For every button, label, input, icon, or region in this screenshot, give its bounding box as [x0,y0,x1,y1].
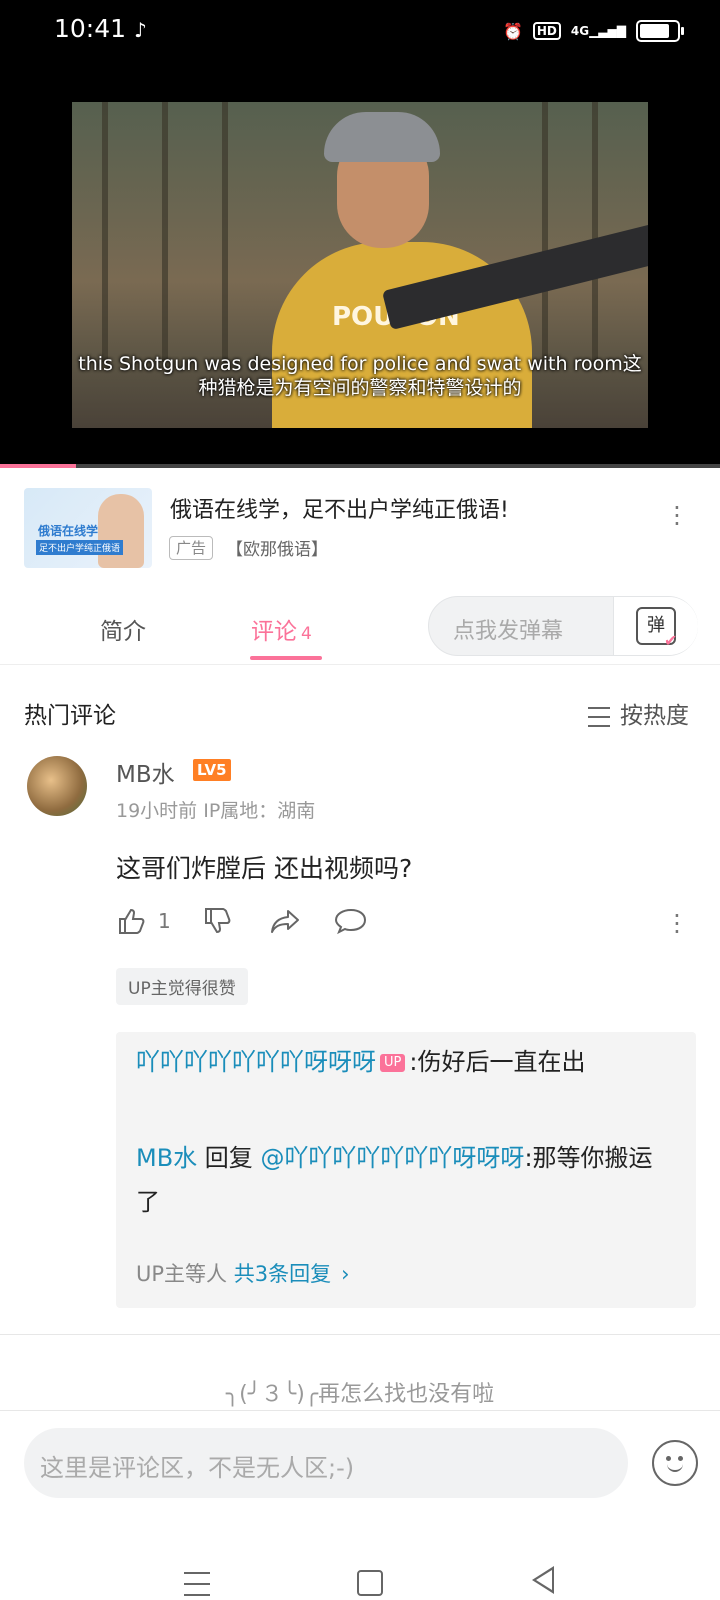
ad-more-icon[interactable]: · · · [672,496,682,536]
comment-input[interactable]: 这里是评论区，不是无人区;-) [24,1428,628,1498]
reply-author[interactable]: 吖吖吖吖吖吖吖呀呀呀 [136,1048,376,1076]
reply-author[interactable]: MB水 [136,1144,197,1172]
chevron-right-icon: › [341,1262,350,1286]
comment-more-icon[interactable]: · · · [672,904,682,944]
video-player[interactable]: 10:41 ♪ ⏰ HD 4G▁▃▅▇ POUDON this Shotgun … [0,0,720,468]
comment-icon[interactable] [334,905,368,937]
hd-icon: HD [532,22,561,40]
ad-banner[interactable]: 俄语在线学 足不出户学纯正俄语 俄语在线学，足不出户学纯正俄语! 广告 【欧那俄… [0,468,720,587]
tab-comments-count: 4 [301,624,312,644]
comment-meta: 19小时前 IP属地：湖南 [116,800,316,822]
sort-button[interactable]: 按热度 [588,696,689,730]
ad-thumbnail-person [98,494,144,568]
home-icon[interactable] [357,1570,383,1596]
reply-word: 回复 [197,1144,261,1172]
like-count: 1 [158,909,171,933]
end-of-comments-text: ╮(╯３╰)╭再怎么找也没有啦 [225,1382,495,1407]
thumb-down-icon[interactable] [202,905,234,937]
video-subtitle: this Shotgun was designed for police and… [60,352,660,400]
ad-badge: 广告 [169,536,214,560]
battery-fill [640,24,669,38]
emoji-eye [666,1456,671,1461]
hot-comments-title: 热门评论 [24,703,116,729]
comment-username[interactable]: MB水 [116,755,175,789]
menu-icon[interactable] [184,1572,210,1596]
check-icon: ✔ [664,631,678,650]
tiktok-icon: ♪ [134,18,147,42]
tab-underline [250,656,322,660]
emoji-icon[interactable] [652,1440,698,1486]
divider [0,1410,720,1411]
comment-input-placeholder: 这里是评论区，不是无人区;-) [40,1454,355,1482]
avatar[interactable] [27,756,87,816]
reply-summary-link[interactable]: 共3条回复 [234,1262,331,1286]
up-badge: UP [380,1054,406,1072]
status-icons: ⏰ HD 4G▁▃▅▇ [502,16,684,46]
ad-thumbnail-subtitle: 足不出户学纯正俄语 [36,540,124,555]
battery-icon [636,20,684,42]
reply-summary-prefix: UP主等人 [136,1262,234,1286]
danmaku-toggle-button[interactable]: 弹 ✔ [613,597,698,655]
reply-text: :伤好后一直在出 [409,1048,586,1076]
subtitle-line-2: 种猎枪是为有空间的警察和特警设计的 [198,377,522,399]
comment-text[interactable]: 这哥们炸膛后 还出视频吗? [116,849,412,885]
thumb-up-icon[interactable] [116,905,148,937]
level-badge: LV5 [193,759,231,781]
tab-intro[interactable]: 简介 [100,612,146,646]
back-icon[interactable] [532,1566,554,1594]
alarm-icon: ⏰ [502,21,523,41]
sort-label: 按热度 [620,703,689,729]
status-time: 10:41 [54,14,127,43]
ad-thumbnail-title: 俄语在线学 [38,524,99,538]
reply-mention[interactable]: @吖吖吖吖吖吖吖呀呀呀 [260,1144,524,1172]
reply-summary[interactable]: UP主等人 共3条回复 › [136,1258,350,1288]
person-cap [324,112,440,162]
ad-thumbnail[interactable]: 俄语在线学 足不出户学纯正俄语 [24,488,152,568]
emoji-mouth [667,1462,683,1472]
ad-title[interactable]: 俄语在线学，足不出户学纯正俄语! [170,492,509,524]
sort-icon [588,706,610,727]
subtitle-line-1: this Shotgun was designed for police and… [78,353,642,375]
tab-bar: 简介 评论 4 点我发弹幕 弹 ✔ [0,586,720,665]
up-liked-tag: UP主觉得很赞 [116,968,248,1005]
signal-label: 4G [570,24,590,38]
tab-comments[interactable]: 评论 4 [251,612,312,646]
tab-comments-label: 评论 [251,619,297,645]
reply-item[interactable]: MB水 回复 @吖吖吖吖吖吖吖呀呀呀:那等你搬运了 [136,1136,656,1224]
signal-icon: 4G▁▃▅▇ [570,24,626,38]
reply-item[interactable]: 吖吖吖吖吖吖吖呀呀呀 UP:伤好后一直在出 [136,1040,656,1084]
emoji-eye [678,1456,683,1461]
danmaku-placeholder: 点我发弹幕 [453,619,564,644]
divider [0,1334,720,1335]
ad-source: 【欧那俄语】 [226,540,328,560]
reply-box[interactable]: 吖吖吖吖吖吖吖呀呀呀 UP:伤好后一直在出 MB水 回复 @吖吖吖吖吖吖吖呀呀呀:… [116,1032,696,1308]
danmaku-input[interactable]: 点我发弹幕 弹 ✔ [428,596,698,656]
share-icon[interactable] [268,905,302,937]
